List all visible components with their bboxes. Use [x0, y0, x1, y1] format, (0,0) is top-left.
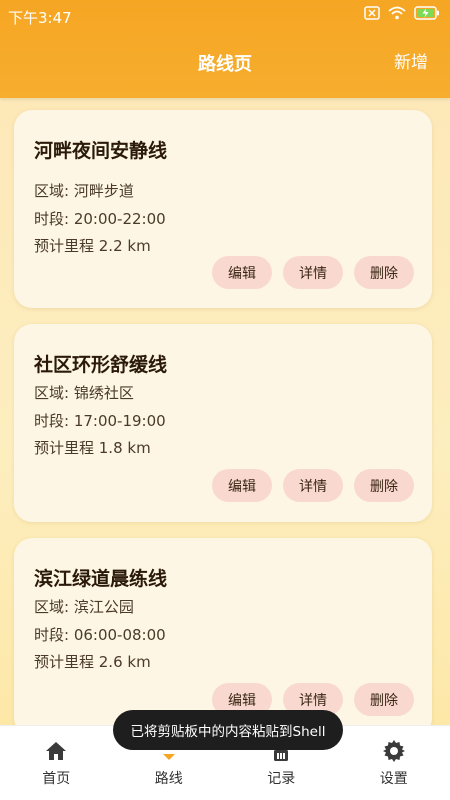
route-name: 社区环形舒缓线	[34, 354, 168, 376]
tab-label: 设置	[379, 771, 408, 787]
route-card[interactable]: 社区环形舒缓线 区域: 锦绣社区 时段: 17:00-19:00 预计里程 1.…	[14, 324, 432, 522]
wifi-icon	[388, 6, 406, 20]
edit-button[interactable]: 编辑	[212, 469, 272, 502]
title-bar: 路线页 新增	[0, 34, 450, 98]
status-bar: 下午3:47	[0, 0, 450, 34]
route-area: 区域: 河畔步道	[34, 182, 134, 200]
route-name: 滨江绿道晨练线	[34, 568, 168, 590]
tab-label: 首页	[42, 771, 71, 787]
status-icons	[364, 6, 440, 20]
card-actions: 编辑 详情 删除	[212, 256, 414, 289]
app-header: 下午3:47 路线页 新增	[0, 0, 450, 98]
route-card[interactable]: 河畔夜间安静线 区域: 河畔步道 时段: 20:00-22:00 预计里程 2.…	[14, 110, 432, 308]
route-name: 河畔夜间安静线	[34, 140, 168, 162]
route-area: 区域: 滨江公园	[34, 598, 134, 616]
tab-home[interactable]: 首页	[0, 726, 113, 800]
route-time: 时段: 06:00-08:00	[34, 626, 166, 644]
route-area: 区域: 锦绣社区	[34, 384, 134, 402]
route-distance: 预计里程 2.2 km	[34, 237, 151, 255]
add-route-button[interactable]: 新增	[394, 48, 428, 73]
battery-charging-icon	[414, 6, 439, 20]
gear-icon	[382, 738, 406, 764]
delete-button[interactable]: 删除	[354, 469, 414, 502]
route-distance: 预计里程 2.6 km	[34, 653, 151, 671]
page-title: 路线页	[198, 54, 252, 75]
details-button[interactable]: 详情	[283, 469, 343, 502]
route-card[interactable]: 滨江绿道晨练线 区域: 滨江公园 时段: 06:00-08:00 预计里程 2.…	[14, 538, 432, 725]
delete-button[interactable]: 删除	[354, 683, 414, 716]
home-icon	[44, 738, 68, 764]
route-list[interactable]: 河畔夜间安静线 区域: 河畔步道 时段: 20:00-22:00 预计里程 2.…	[0, 98, 450, 725]
route-time: 时段: 20:00-22:00	[34, 210, 166, 228]
card-actions: 编辑 详情 删除	[212, 469, 414, 502]
delete-button[interactable]: 删除	[354, 256, 414, 289]
tab-label: 路线	[154, 771, 183, 787]
route-distance: 预计里程 1.8 km	[34, 439, 151, 457]
tab-label: 记录	[267, 771, 296, 787]
route-time: 时段: 17:00-19:00	[34, 412, 166, 430]
status-time: 下午3:47	[8, 8, 72, 27]
sim-off-icon	[364, 6, 380, 20]
edit-button[interactable]: 编辑	[212, 256, 272, 289]
toast-message: 已将剪贴板中的内容粘贴到Shell	[113, 710, 343, 750]
details-button[interactable]: 详情	[283, 256, 343, 289]
tab-settings[interactable]: 设置	[338, 726, 450, 800]
